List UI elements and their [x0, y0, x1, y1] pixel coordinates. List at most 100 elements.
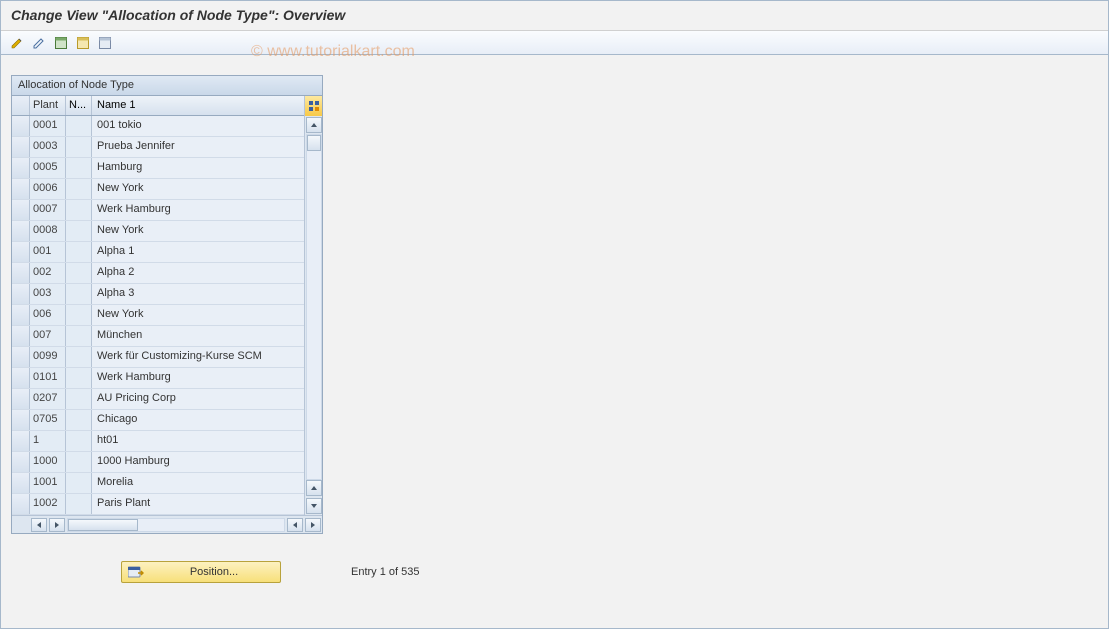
cell-plant[interactable]: 0005 — [30, 158, 66, 178]
table-row[interactable]: 007München — [12, 326, 304, 347]
cell-n[interactable] — [66, 347, 92, 367]
table-row[interactable]: 1001Morelia — [12, 473, 304, 494]
position-button[interactable]: Position... — [121, 561, 281, 583]
horizontal-scrollbar[interactable] — [12, 515, 322, 533]
cell-n[interactable] — [66, 116, 92, 136]
table-row[interactable]: 1002Paris Plant — [12, 494, 304, 515]
cell-n[interactable] — [66, 389, 92, 409]
select-all-rows-header[interactable] — [12, 96, 30, 115]
row-selector[interactable] — [12, 116, 30, 136]
change-button[interactable] — [29, 34, 49, 52]
cell-plant[interactable]: 001 — [30, 242, 66, 262]
cell-plant[interactable]: 1 — [30, 431, 66, 451]
cell-n[interactable] — [66, 326, 92, 346]
cell-n[interactable] — [66, 242, 92, 262]
table-row[interactable]: 0006New York — [12, 179, 304, 200]
scroll-down-button[interactable] — [306, 498, 322, 514]
table-row[interactable]: 006New York — [12, 305, 304, 326]
vertical-scroll-thumb[interactable] — [307, 135, 321, 151]
row-selector[interactable] — [12, 494, 30, 514]
table-row[interactable]: 1ht01 — [12, 431, 304, 452]
scroll-right-button[interactable] — [305, 518, 321, 532]
row-selector[interactable] — [12, 179, 30, 199]
table-row[interactable]: 0001001 tokio — [12, 116, 304, 137]
select-block-button[interactable] — [73, 34, 93, 52]
table-row[interactable]: 0207AU Pricing Corp — [12, 389, 304, 410]
cell-plant[interactable]: 0006 — [30, 179, 66, 199]
configure-columns-button[interactable] — [304, 96, 322, 116]
row-selector[interactable] — [12, 158, 30, 178]
horizontal-scroll-track[interactable] — [67, 518, 285, 532]
cell-plant[interactable]: 0099 — [30, 347, 66, 367]
table-row[interactable]: 0008New York — [12, 221, 304, 242]
scroll-left-fast-button[interactable] — [49, 518, 65, 532]
cell-plant[interactable]: 0705 — [30, 410, 66, 430]
cell-plant[interactable]: 006 — [30, 305, 66, 325]
cell-n[interactable] — [66, 137, 92, 157]
row-selector[interactable] — [12, 326, 30, 346]
scroll-up-button[interactable] — [306, 117, 322, 133]
scroll-left-button[interactable] — [31, 518, 47, 532]
cell-plant[interactable]: 007 — [30, 326, 66, 346]
cell-plant[interactable]: 0207 — [30, 389, 66, 409]
scroll-down-top-button[interactable] — [306, 480, 322, 496]
cell-n[interactable] — [66, 368, 92, 388]
cell-plant[interactable]: 0001 — [30, 116, 66, 136]
row-selector[interactable] — [12, 242, 30, 262]
row-selector[interactable] — [12, 452, 30, 472]
row-selector[interactable] — [12, 305, 30, 325]
cell-plant[interactable]: 0008 — [30, 221, 66, 241]
cell-plant[interactable]: 0003 — [30, 137, 66, 157]
cell-n[interactable] — [66, 431, 92, 451]
cell-plant[interactable]: 0007 — [30, 200, 66, 220]
deselect-all-button[interactable] — [95, 34, 115, 52]
cell-n[interactable] — [66, 200, 92, 220]
row-selector[interactable] — [12, 263, 30, 283]
column-header-n[interactable]: N... — [66, 96, 92, 115]
table-row[interactable]: 0705Chicago — [12, 410, 304, 431]
cell-plant[interactable]: 1000 — [30, 452, 66, 472]
table-row[interactable]: 001Alpha 1 — [12, 242, 304, 263]
row-selector[interactable] — [12, 473, 30, 493]
horizontal-scroll-thumb[interactable] — [68, 519, 138, 531]
row-selector[interactable] — [12, 221, 30, 241]
select-all-button[interactable] — [51, 34, 71, 52]
table-row[interactable]: 0099Werk für Customizing-Kurse SCM — [12, 347, 304, 368]
row-selector[interactable] — [12, 389, 30, 409]
cell-plant[interactable]: 1002 — [30, 494, 66, 514]
row-selector[interactable] — [12, 410, 30, 430]
cell-plant[interactable]: 0101 — [30, 368, 66, 388]
cell-n[interactable] — [66, 284, 92, 304]
cell-n[interactable] — [66, 305, 92, 325]
row-selector[interactable] — [12, 200, 30, 220]
column-header-plant[interactable]: Plant — [30, 96, 66, 115]
table-row[interactable]: 0003Prueba Jennifer — [12, 137, 304, 158]
table-row[interactable]: 0007Werk Hamburg — [12, 200, 304, 221]
cell-plant[interactable]: 002 — [30, 263, 66, 283]
cell-n[interactable] — [66, 263, 92, 283]
row-selector[interactable] — [12, 368, 30, 388]
cell-n[interactable] — [66, 179, 92, 199]
cell-plant[interactable]: 1001 — [30, 473, 66, 493]
cell-n[interactable] — [66, 452, 92, 472]
table-row[interactable]: 0101Werk Hamburg — [12, 368, 304, 389]
cell-n[interactable] — [66, 473, 92, 493]
table-row[interactable]: 003Alpha 3 — [12, 284, 304, 305]
scroll-right-fast-button[interactable] — [287, 518, 303, 532]
cell-n[interactable] — [66, 494, 92, 514]
cell-n[interactable] — [66, 410, 92, 430]
row-selector[interactable] — [12, 431, 30, 451]
table-row[interactable]: 0005Hamburg — [12, 158, 304, 179]
change-other-view-button[interactable] — [7, 34, 27, 52]
table-row[interactable]: 10001000 Hamburg — [12, 452, 304, 473]
cell-n[interactable] — [66, 158, 92, 178]
cell-n[interactable] — [66, 221, 92, 241]
table-row[interactable]: 002Alpha 2 — [12, 263, 304, 284]
row-selector[interactable] — [12, 284, 30, 304]
row-selector[interactable] — [12, 347, 30, 367]
row-selector[interactable] — [12, 137, 30, 157]
vertical-scroll-track[interactable] — [306, 134, 322, 480]
column-header-name[interactable]: Name 1 — [92, 96, 304, 115]
vertical-scrollbar[interactable] — [304, 116, 322, 515]
cell-plant[interactable]: 003 — [30, 284, 66, 304]
